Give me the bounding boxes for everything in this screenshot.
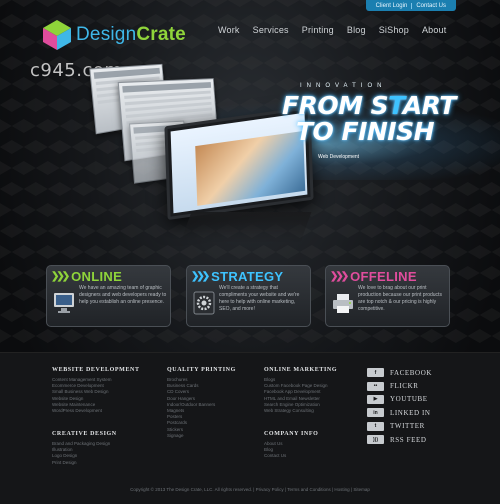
nav-work[interactable]: Work [218,25,240,35]
twitter-icon: t [367,421,384,431]
flickr-icon: •• [367,381,384,391]
social-label: YOUTUBE [390,395,428,404]
utility-bar: Client Login Contact Us [365,0,456,11]
service-description: We have an amazing team of graphic desig… [79,285,167,305]
nav-printing[interactable]: Printing [302,25,334,35]
social-label: FLICKR [390,382,419,391]
service-online[interactable]: ❯❯❯ ONLINE We have an amazing team of gr… [46,265,171,327]
footer-company-info: COMPANY INFO About Us Blog Contact Us [264,431,318,460]
service-offeline[interactable]: ❯❯❯ OFFELINE We love to brag about our p… [325,265,450,327]
contact-us-link[interactable]: Contact Us [412,3,450,9]
social-label: LINKED IN [390,408,431,417]
service-strategy[interactable]: ❯❯❯ STRATEGY We'll create a strategy tha… [186,265,311,327]
footer-link[interactable]: WordPress Development [52,408,140,414]
hero-title: FROM START TO FINISH [282,91,456,146]
linkedin-icon: in [367,408,384,418]
footer-heading: QUALITY PRINTING [167,367,236,373]
logo-text: DesignCrate [76,24,186,45]
footer-creative-design: CREATIVE DESIGN Brand and Packaging Desi… [52,431,117,466]
nav-about[interactable]: About [422,25,447,35]
site-logo[interactable]: DesignCrate [42,19,186,51]
social-facebook[interactable]: f FACEBOOK [367,366,432,379]
service-title: ONLINE [71,269,123,284]
printer-icon [333,294,353,313]
footer-heading: CREATIVE DESIGN [52,431,117,437]
social-label: RSS FEED [390,435,427,444]
footer-heading: COMPANY INFO [264,431,319,437]
youtube-icon: ▶ [367,394,384,404]
service-title: OFFELINE [350,269,417,284]
chevrons-icon: ❯❯❯ [191,271,210,282]
monitor-reflection [180,212,312,242]
service-title: STRATEGY [211,269,284,284]
footer-heading: WEBSITE DEVELOPMENT [52,367,140,373]
cube-logo-icon [43,20,71,50]
footer-link[interactable]: Print Design [52,460,117,466]
footer-link[interactable]: Signage [167,433,236,439]
client-login-link[interactable]: Client Login [372,3,412,9]
social-linkedin[interactable]: in LINKED IN [367,406,432,419]
rss-icon: ))) [367,435,384,445]
nav-sishop[interactable]: SiShop [379,25,409,35]
chevrons-icon: ❯❯❯ [51,271,70,282]
footer-link[interactable]: Web Strategy Consulting [264,408,337,414]
hero-caption: Web Development [318,154,360,160]
monitor-icon [54,293,74,313]
service-description: We'll create a strategy that compliments… [219,285,300,312]
footer-web-development: WEBSITE DEVELOPMENT Content Management S… [52,367,140,414]
hero-kicker: INNOVATION [300,83,387,89]
copyright: Copyright © 2013 The Design Crate, LLC. … [130,487,370,492]
footer-online-marketing: ONLINE MARKETING Blogs Custom Facebook P… [264,367,337,414]
social-label: TWITTER [390,422,425,431]
chevrons-icon: ❯❯❯ [330,271,349,282]
nav-services[interactable]: Services [253,25,289,35]
main-nav: Work Services Printing Blog SiShop About [218,25,446,35]
social-links: f FACEBOOK •• FLICKR ▶ YOUTUBE in LINKED… [367,366,432,446]
footer-heading: ONLINE MARKETING [264,367,338,373]
social-label: FACEBOOK [390,368,433,377]
social-youtube[interactable]: ▶ YOUTUBE [367,393,432,406]
service-description: We love to brag about our print producti… [358,285,442,312]
facebook-icon: f [367,368,384,378]
social-rss[interactable]: ))) RSS FEED [367,433,432,446]
gear-icon [193,291,215,315]
page: Client Login Contact Us DesignCrate Work… [0,0,500,504]
social-twitter[interactable]: t TWITTER [367,420,432,433]
footer-link[interactable]: Contact Us [264,453,318,459]
nav-blog[interactable]: Blog [347,25,366,35]
social-flickr[interactable]: •• FLICKR [367,379,432,392]
footer-quality-printing: QUALITY PRINTING Brochures Business Card… [167,367,236,439]
